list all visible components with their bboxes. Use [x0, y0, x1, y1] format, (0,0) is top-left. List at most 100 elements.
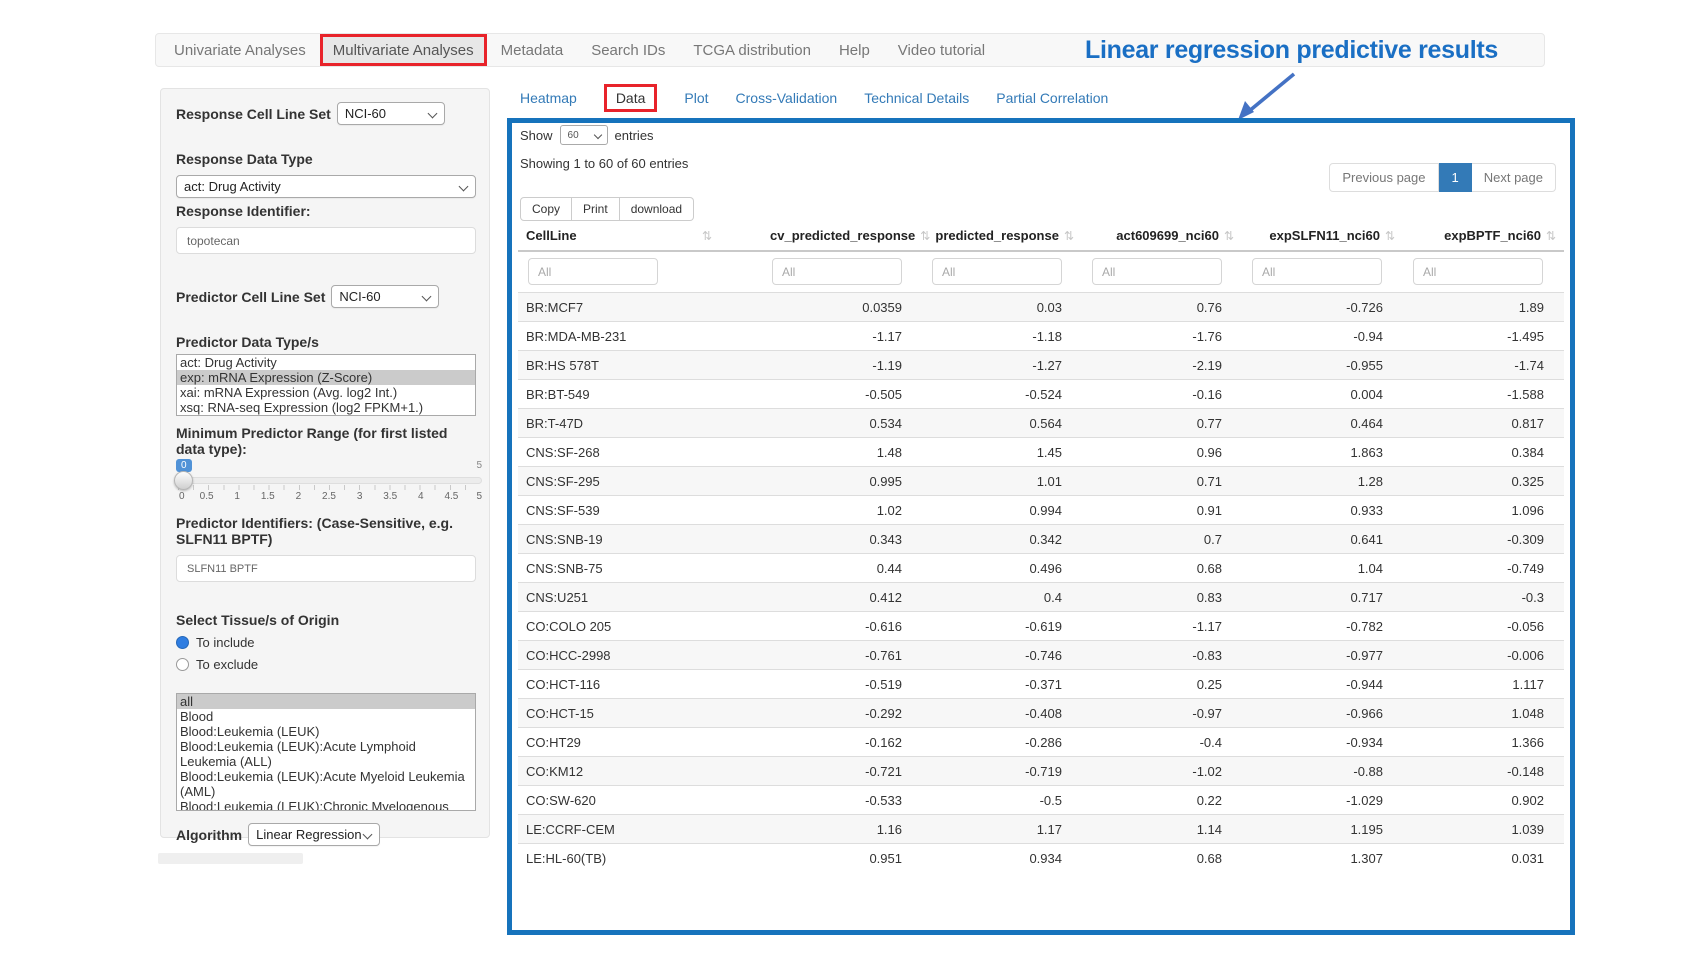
table-row-le-ccrf-cem[interactable]: LE:CCRF-CEM1.161.171.141.1951.039: [518, 815, 1564, 844]
listbox-option-act-drug-activity[interactable]: act: Drug Activity: [177, 355, 475, 370]
column-header-predicted-response[interactable]: predicted_response⇅: [922, 221, 1082, 251]
filter-input-expslfn11-nci60[interactable]: [1252, 258, 1382, 285]
tab-cross-validation[interactable]: Cross-Validation: [736, 90, 838, 106]
sort-icon[interactable]: ⇅: [1546, 229, 1556, 243]
chevron-down-icon: [593, 131, 601, 139]
download-button[interactable]: download: [620, 197, 694, 221]
sort-icon[interactable]: ⇅: [1064, 229, 1074, 243]
entries-label: entries: [615, 128, 654, 143]
slider-tick-label: 3.5: [383, 491, 397, 502]
column-header-cv-predicted-response[interactable]: cv_predicted_response⇅: [762, 221, 922, 251]
table-row-co-hcc-2998[interactable]: CO:HCC-2998-0.761-0.746-0.83-0.977-0.006: [518, 641, 1564, 670]
tissue-listbox[interactable]: allBloodBlood:Leukemia (LEUK)Blood:Leuke…: [176, 693, 476, 811]
filter-input-cellline[interactable]: [528, 258, 658, 285]
sort-icon[interactable]: ⇅: [702, 229, 712, 243]
response-identifier-input[interactable]: topotecan: [176, 227, 476, 254]
tissue-origin-label: Select Tissue/s of Origin: [176, 612, 474, 628]
radio-option-to-include[interactable]: To include: [176, 635, 474, 650]
tab-data[interactable]: Data: [604, 84, 658, 112]
table-row-le-hl-60-tb[interactable]: LE:HL-60(TB)0.9510.9340.681.3070.031: [518, 844, 1564, 873]
listbox-option-blood[interactable]: Blood: [177, 709, 475, 724]
filter-input-cv-predicted-response[interactable]: [772, 258, 902, 285]
table-row-co-sw-620[interactable]: CO:SW-620-0.533-0.50.22-1.0290.902: [518, 786, 1564, 815]
cell-value: -0.944: [1242, 670, 1403, 699]
table-row-co-ht29[interactable]: CO:HT29-0.162-0.286-0.4-0.9341.366: [518, 728, 1564, 757]
sort-icon[interactable]: ⇅: [920, 229, 930, 243]
listbox-option-blood-leukemia-leuk-acute-lymphoid-leukemia-all[interactable]: Blood:Leukemia (LEUK):Acute Lymphoid Leu…: [177, 739, 475, 769]
tab-technical-details[interactable]: Technical Details: [864, 90, 969, 106]
table-row-cns-sf-268[interactable]: CNS:SF-2681.481.450.961.8630.384: [518, 438, 1564, 467]
nav-item-tcga-distribution[interactable]: TCGA distribution: [679, 34, 825, 66]
table-row-cns-sf-539[interactable]: CNS:SF-5391.020.9940.910.9331.096: [518, 496, 1564, 525]
listbox-option-xsq-rna-seq-expression-log2-fpkm-1[interactable]: xsq: RNA-seq Expression (log2 FPKM+1.): [177, 400, 475, 415]
cell-value: 1.195: [1242, 815, 1403, 844]
cell-line: CO:COLO 205: [518, 612, 762, 641]
nav-item-search-ids[interactable]: Search IDs: [577, 34, 679, 66]
sort-icon[interactable]: ⇅: [1385, 229, 1395, 243]
sort-icon[interactable]: ⇅: [1224, 229, 1234, 243]
listbox-option-blood-leukemia-leuk-chronic-myelogenous-leukemia-cml[interactable]: Blood:Leukemia (LEUK):Chronic Myelogenou…: [177, 799, 475, 811]
table-row-cns-u251[interactable]: CNS:U2510.4120.40.830.717-0.3: [518, 583, 1564, 612]
table-row-br-bt-549[interactable]: BR:BT-549-0.505-0.524-0.160.004-1.588: [518, 380, 1564, 409]
nav-item-multivariate-analyses[interactable]: Multivariate Analyses: [320, 34, 487, 66]
column-header-expslfn11-nci60[interactable]: expSLFN11_nci60⇅: [1242, 221, 1403, 251]
filter-input-expbptf-nci60[interactable]: [1413, 258, 1543, 285]
nav-item-help[interactable]: Help: [825, 34, 884, 66]
listbox-option-xai-mrna-expression-avg-log2-int[interactable]: xai: mRNA Expression (Avg. log2 Int.): [177, 385, 475, 400]
page-number-button[interactable]: 1: [1439, 163, 1472, 192]
filter-cell: [1082, 251, 1242, 293]
listbox-option-exp-mrna-expression-z-score[interactable]: exp: mRNA Expression (Z-Score): [177, 370, 475, 385]
cell-value: -0.056: [1403, 612, 1564, 641]
filter-input-predicted-response[interactable]: [932, 258, 1062, 285]
slider-track[interactable]: [176, 477, 482, 484]
column-header-expbptf-nci60[interactable]: expBPTF_nci60⇅: [1403, 221, 1564, 251]
predictor-cell-line-set-select[interactable]: NCI-60: [331, 285, 439, 308]
cell-value: 0.902: [1403, 786, 1564, 815]
table-row-cns-sf-295[interactable]: CNS:SF-2950.9951.010.711.280.325: [518, 467, 1564, 496]
predictor-identifiers-input[interactable]: SLFN11 BPTF: [176, 555, 476, 582]
nav-item-video-tutorial[interactable]: Video tutorial: [884, 34, 999, 66]
tab-plot[interactable]: Plot: [684, 90, 708, 106]
table-row-br-t-47d[interactable]: BR:T-47D0.5340.5640.770.4640.817: [518, 409, 1564, 438]
column-header-act609699-nci60[interactable]: act609699_nci60⇅: [1082, 221, 1242, 251]
cell-value: 0.03: [922, 293, 1082, 322]
previous-page-button[interactable]: Previous page: [1329, 163, 1438, 192]
show-entries-select[interactable]: 60: [560, 125, 608, 145]
response-data-type-select[interactable]: act: Drug Activity: [176, 175, 476, 198]
cell-line: CNS:SNB-19: [518, 525, 762, 554]
slider-handle[interactable]: [174, 471, 193, 490]
table-row-cns-snb-19[interactable]: CNS:SNB-190.3430.3420.70.641-0.309: [518, 525, 1564, 554]
tab-heatmap[interactable]: Heatmap: [520, 90, 577, 106]
listbox-option-blood-leukemia-leuk-acute-myeloid-leukemia-aml[interactable]: Blood:Leukemia (LEUK):Acute Myeloid Leuk…: [177, 769, 475, 799]
copy-button[interactable]: Copy: [520, 197, 572, 221]
radio-unselected-icon[interactable]: [176, 658, 189, 671]
table-row-co-colo-205[interactable]: CO:COLO 205-0.616-0.619-1.17-0.782-0.056: [518, 612, 1564, 641]
radio-selected-icon[interactable]: [176, 636, 189, 649]
table-row-co-hct-116[interactable]: CO:HCT-116-0.519-0.3710.25-0.9441.117: [518, 670, 1564, 699]
radio-label: To include: [196, 635, 255, 650]
cell-value: -0.88: [1242, 757, 1403, 786]
table-row-cns-snb-75[interactable]: CNS:SNB-750.440.4960.681.04-0.749: [518, 554, 1564, 583]
table-row-br-mda-mb-231[interactable]: BR:MDA-MB-231-1.17-1.18-1.76-0.94-1.495: [518, 322, 1564, 351]
tab-partial-correlation[interactable]: Partial Correlation: [996, 90, 1108, 106]
cell-value: -0.408: [922, 699, 1082, 728]
column-header-cellline[interactable]: CellLine⇅: [518, 221, 762, 251]
algorithm-select[interactable]: Linear Regression: [248, 823, 380, 846]
response-cell-line-set-select[interactable]: NCI-60: [337, 102, 445, 125]
response-cell-line-set-label: Response Cell Line Set: [176, 106, 331, 122]
listbox-option-blood-leukemia-leuk[interactable]: Blood:Leukemia (LEUK): [177, 724, 475, 739]
table-row-co-km12[interactable]: CO:KM12-0.721-0.719-1.02-0.88-0.148: [518, 757, 1564, 786]
next-page-button[interactable]: Next page: [1472, 163, 1556, 192]
radio-option-to-exclude[interactable]: To exclude: [176, 657, 474, 672]
table-row-br-hs-578t[interactable]: BR:HS 578T-1.19-1.27-2.19-0.955-1.74: [518, 351, 1564, 380]
slider-tick-label: 0: [179, 491, 185, 502]
nav-item-univariate-analyses[interactable]: Univariate Analyses: [160, 34, 320, 66]
listbox-option-all[interactable]: all: [177, 694, 475, 709]
table-row-co-hct-15[interactable]: CO:HCT-15-0.292-0.408-0.97-0.9661.048: [518, 699, 1564, 728]
filter-input-act609699-nci60[interactable]: [1092, 258, 1222, 285]
table-row-br-mcf7[interactable]: BR:MCF70.03590.030.76-0.7261.89: [518, 293, 1564, 322]
cell-value: 1.039: [1403, 815, 1564, 844]
print-button[interactable]: Print: [572, 197, 620, 221]
predictor-data-types-listbox[interactable]: act: Drug Activityexp: mRNA Expression (…: [176, 354, 476, 416]
nav-item-metadata[interactable]: Metadata: [487, 34, 578, 66]
